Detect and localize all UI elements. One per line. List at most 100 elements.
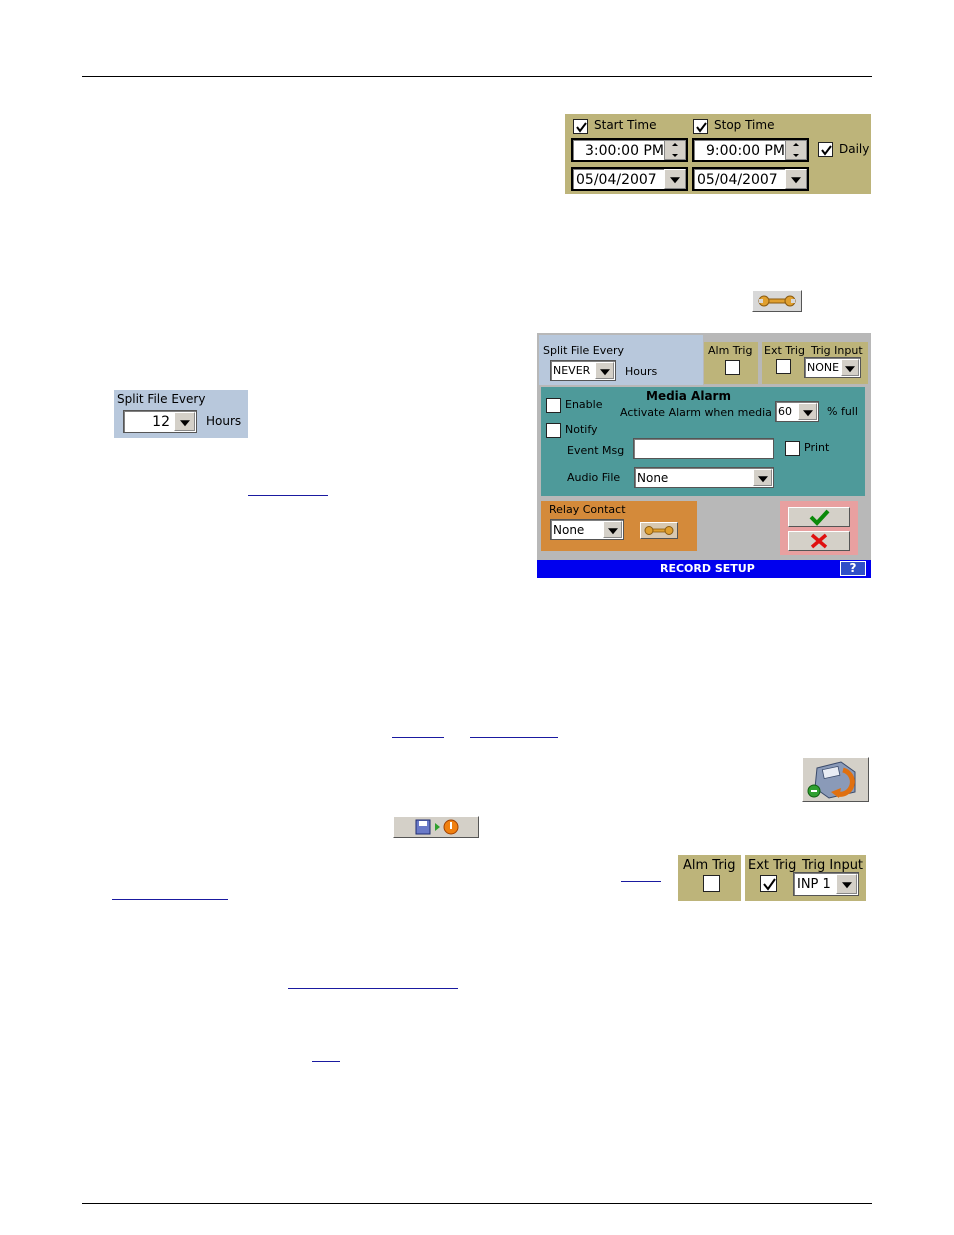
split-dropdown-button[interactable]: [595, 362, 614, 379]
activate-label: Activate Alarm when media is: [620, 406, 785, 419]
media-alarm-title: Media Alarm: [646, 389, 731, 403]
enable-label: Enable: [565, 398, 603, 411]
checkmark-icon: [821, 145, 832, 156]
daily-label: Daily: [839, 142, 870, 156]
link-underline-2[interactable]: [392, 737, 444, 738]
link-underline-4[interactable]: [621, 881, 661, 882]
percent-dropdown-button[interactable]: [798, 403, 817, 420]
daily-checkbox[interactable]: [818, 142, 833, 157]
relay-wrench-button[interactable]: [640, 522, 678, 539]
notify-checkbox[interactable]: [546, 423, 561, 438]
stop-time-label: Stop Time: [714, 118, 775, 132]
stop-date-dropdown-button[interactable]: [785, 169, 807, 189]
split-file-panel: Split File Every 12 Hours: [114, 390, 248, 438]
help-button[interactable]: ?: [840, 561, 866, 576]
start-date-dropdown-button[interactable]: [664, 169, 686, 189]
link-underline-3[interactable]: [470, 737, 558, 738]
start-time-value: 3:00:00 PM: [585, 143, 664, 159]
link-underline-5[interactable]: [112, 899, 228, 900]
start-time-label: Start Time: [594, 118, 657, 132]
save-restart-icon: [807, 761, 856, 799]
ok-cancel-section: [780, 501, 858, 555]
audio-file-value: None: [637, 471, 669, 485]
chevron-down-icon: [791, 177, 801, 184]
relay-setup-button[interactable]: [752, 290, 802, 312]
event-msg-label: Event Msg: [567, 444, 625, 457]
split-file-dropdown-button[interactable]: [174, 412, 195, 431]
alm-trig-section-small: Alm Trig: [678, 855, 741, 901]
chevron-down-icon: [599, 368, 610, 375]
trigger-panel: Alm Trig Ext Trig Trig Input INP 1: [678, 855, 866, 901]
stop-time-value: 9:00:00 PM: [706, 143, 785, 159]
wrench-icon: [758, 295, 796, 307]
checkmark-icon: [809, 509, 830, 526]
ext-trig-checkbox[interactable]: [776, 359, 791, 374]
event-msg-input[interactable]: [633, 438, 774, 459]
print-label: Print: [804, 441, 830, 454]
stop-time-spinner[interactable]: [785, 140, 807, 160]
audio-file-dropdown-button[interactable]: [753, 469, 772, 486]
trig-input-dropdown-button[interactable]: [836, 874, 857, 894]
save-file-button[interactable]: [393, 816, 479, 838]
chevron-down-icon: [757, 475, 768, 482]
ext-trig-checkbox[interactable]: [760, 875, 777, 892]
chevron-down-icon: [607, 527, 618, 534]
save-restart-button[interactable]: [802, 757, 869, 802]
link-underline-1[interactable]: [248, 495, 328, 496]
trig-input-value: NONE: [807, 361, 840, 374]
audio-file-label: Audio File: [567, 471, 621, 484]
alm-trig-label: Alm Trig: [683, 858, 736, 873]
record-setup-dialog: Split File Every NEVER Hours Alm Trig Ex…: [537, 333, 871, 578]
notify-label: Notify: [565, 423, 598, 436]
hours-label: Hours: [625, 365, 658, 378]
stop-date-value: 05/04/2007: [697, 172, 778, 188]
split-file-label: Split File Every: [117, 392, 206, 406]
chevron-down-icon: [670, 177, 680, 184]
help-icon: ?: [849, 561, 857, 575]
relay-dropdown-button[interactable]: [603, 521, 622, 538]
alm-trig-checkbox[interactable]: [725, 360, 740, 375]
alm-trig-label: Alm Trig: [708, 344, 753, 357]
trig-input-label: Trig Input: [811, 344, 863, 357]
relay-contact-section: Relay Contact None: [541, 501, 697, 551]
link-underline-6[interactable]: [288, 988, 458, 989]
trig-input-label: Trig Input: [802, 858, 864, 873]
start-time-spinner[interactable]: [664, 140, 686, 160]
wrench-icon: [644, 526, 674, 535]
trig-input-dropdown-button[interactable]: [841, 359, 859, 376]
chevron-down-icon: [841, 882, 852, 889]
relay-contact-label: Relay Contact: [549, 503, 626, 516]
hours-label: Hours: [206, 414, 242, 428]
checkmark-icon: [763, 878, 776, 891]
ext-trig-section: Ext Trig Trig Input NONE: [762, 342, 868, 384]
record-setup-title: RECORD SETUP: [660, 562, 755, 575]
trig-input-value: INP 1: [797, 877, 831, 892]
schedule-panel: Start Time Stop Time 3:00:00 PM 9:00:00 …: [565, 114, 871, 194]
split-value: NEVER: [553, 364, 591, 377]
enable-checkbox[interactable]: [546, 398, 561, 413]
print-checkbox[interactable]: [785, 441, 800, 456]
record-setup-title-bar: RECORD SETUP ?: [537, 560, 871, 578]
alm-trig-checkbox[interactable]: [703, 875, 720, 892]
ext-trig-label: Ext Trig: [764, 344, 805, 357]
split-section: Split File Every NEVER Hours: [539, 335, 703, 385]
ok-button[interactable]: [788, 507, 850, 527]
chevron-down-icon: [802, 409, 813, 416]
save-file-icon: [415, 819, 459, 835]
start-time-checkbox[interactable]: [573, 119, 588, 134]
header-rule: [82, 76, 872, 77]
footer-rule: [82, 1203, 872, 1204]
split-file-value: 12: [152, 414, 170, 430]
percent-value: 60: [778, 405, 792, 418]
stop-time-checkbox[interactable]: [693, 119, 708, 134]
x-icon: [810, 533, 828, 549]
ext-trig-label: Ext Trig: [748, 858, 797, 873]
checkmark-icon: [576, 122, 587, 133]
ext-trig-section-small: Ext Trig Trig Input INP 1: [745, 855, 866, 901]
link-underline-7[interactable]: [312, 1061, 340, 1062]
percent-full-label: % full: [827, 405, 858, 418]
cancel-button[interactable]: [788, 531, 850, 551]
checkmark-icon: [696, 122, 707, 133]
split-label: Split File Every: [543, 344, 625, 357]
start-date-value: 05/04/2007: [576, 172, 657, 188]
